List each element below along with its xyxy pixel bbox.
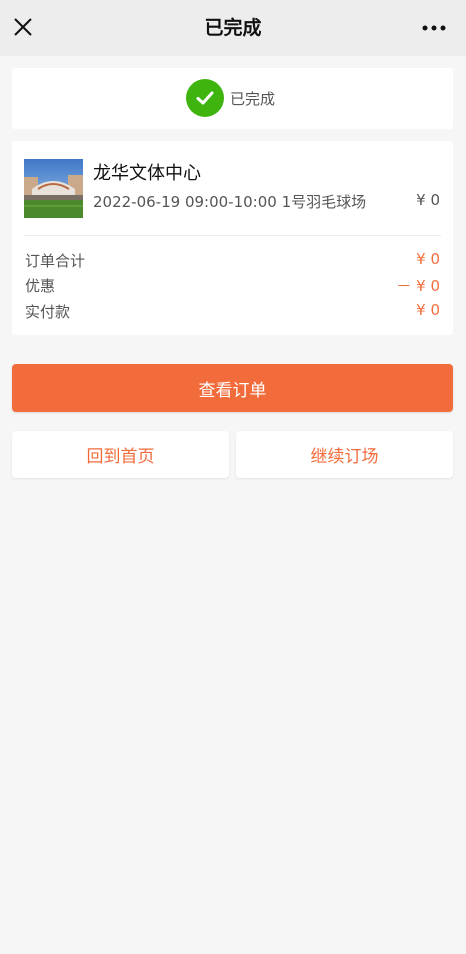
paid-amount-value: ¥ 0	[416, 301, 440, 319]
booking-details: 2022-06-19 09:00-10:00 1号羽毛球场	[93, 193, 367, 211]
venue-name: 龙华文体中心	[93, 163, 201, 184]
back-home-button[interactable]: 回到首页	[12, 431, 229, 478]
check-circle-icon	[186, 79, 224, 117]
order-summary-card: 龙华文体中心 2022-06-19 09:00-10:00 1号羽毛球场 ¥ 0…	[12, 141, 453, 335]
status-indicator: 已完成	[186, 79, 275, 117]
page-title: 已完成	[204, 17, 262, 39]
booking-price: ¥ 0	[416, 191, 440, 209]
order-total-value: ¥ 0	[416, 250, 440, 268]
venue-image	[24, 159, 83, 218]
order-total-label: 订单合计	[25, 252, 86, 270]
paid-amount-label: 实付款	[25, 303, 71, 321]
discount-value: － ¥ 0	[396, 277, 440, 295]
continue-booking-button[interactable]: 继续订场	[236, 431, 453, 478]
more-dots-icon[interactable]	[422, 25, 446, 31]
top-nav-bar: 已完成	[0, 0, 466, 56]
view-order-button[interactable]: 查看订单	[12, 364, 453, 412]
status-text: 已完成	[230, 89, 276, 108]
status-card: 已完成	[12, 68, 453, 129]
divider	[24, 235, 441, 236]
discount-label: 优惠	[25, 277, 56, 295]
